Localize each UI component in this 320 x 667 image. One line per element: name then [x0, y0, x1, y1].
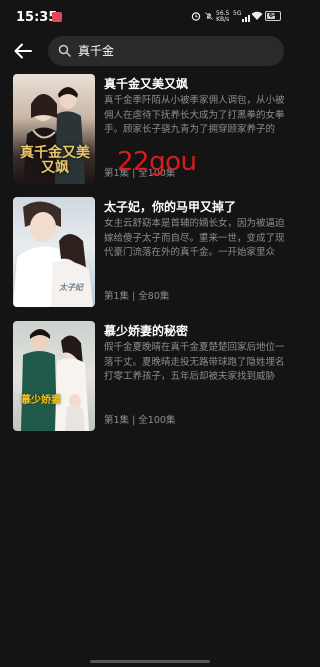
search-query: 真千金 — [78, 44, 115, 58]
notification-app-icon — [52, 12, 62, 22]
home-indicator[interactable] — [90, 660, 210, 663]
battery-icon: 64 — [265, 11, 281, 21]
wifi-icon — [251, 11, 263, 20]
result-title[interactable]: 太子妃，你的马甲又掉了 — [104, 199, 290, 215]
result-description: 假千金夏晚晴在真千金夏楚楚回家后地位一落千丈。夏晚晴走投无路带球跑了隐姓埋名打零… — [104, 342, 285, 382]
result-title[interactable]: 慕少娇妻的秘密 — [104, 323, 290, 339]
watermark-text: 22gou — [117, 147, 197, 177]
result-description: 女主云舒窈本是首辅的嫡长女，因为被逼迫嫁给傻子太子而自尽。重来一世，变成了现代豪… — [104, 218, 285, 258]
poster-image[interactable]: 慕少娇妻 — [13, 321, 95, 431]
poster-caption: 慕少娇妻 — [21, 395, 61, 406]
poster-image[interactable]: 太子妃 — [13, 197, 95, 307]
list-item[interactable]: 慕少娇妻 慕少娇妻的秘密 假千金夏晚晴在真千金夏楚楚回家后地位一落千丈。夏晚晴走… — [0, 321, 300, 433]
poster-image[interactable]: 真千金又美又飒 — [13, 74, 95, 184]
poster-caption: 太子妃 — [59, 282, 83, 292]
network-speed: 56.5 KB/s — [216, 10, 230, 23]
result-title[interactable]: 真千金又美又飒 — [104, 76, 290, 92]
list-item[interactable]: 太子妃 太子妃，你的马甲又掉了 女主云舒窈本是首辅的嫡长女，因为被逼迫嫁给傻子太… — [0, 197, 300, 309]
network-type: 5G — [233, 10, 242, 17]
episode-count: 第1集 | 全100集 — [104, 415, 176, 426]
status-bar: 15:35 56.5 KB/s 5G 64 — [0, 0, 300, 34]
poster-caption: 真千金又美又飒 — [20, 145, 90, 176]
result-description: 真千金季阡陌从小被季家佣人调包，从小被佣人在虐待下抚养长大成为了打黑拳的女拳手。… — [104, 95, 285, 135]
alarm-icon — [191, 12, 201, 21]
search-input[interactable]: 真千金 — [48, 36, 284, 66]
poster-artwork — [21, 328, 89, 431]
back-arrow-icon[interactable] — [12, 40, 34, 62]
episode-count: 第1集 | 全80集 — [104, 291, 170, 302]
mute-bell-icon — [204, 11, 214, 21]
search-icon — [58, 44, 71, 57]
